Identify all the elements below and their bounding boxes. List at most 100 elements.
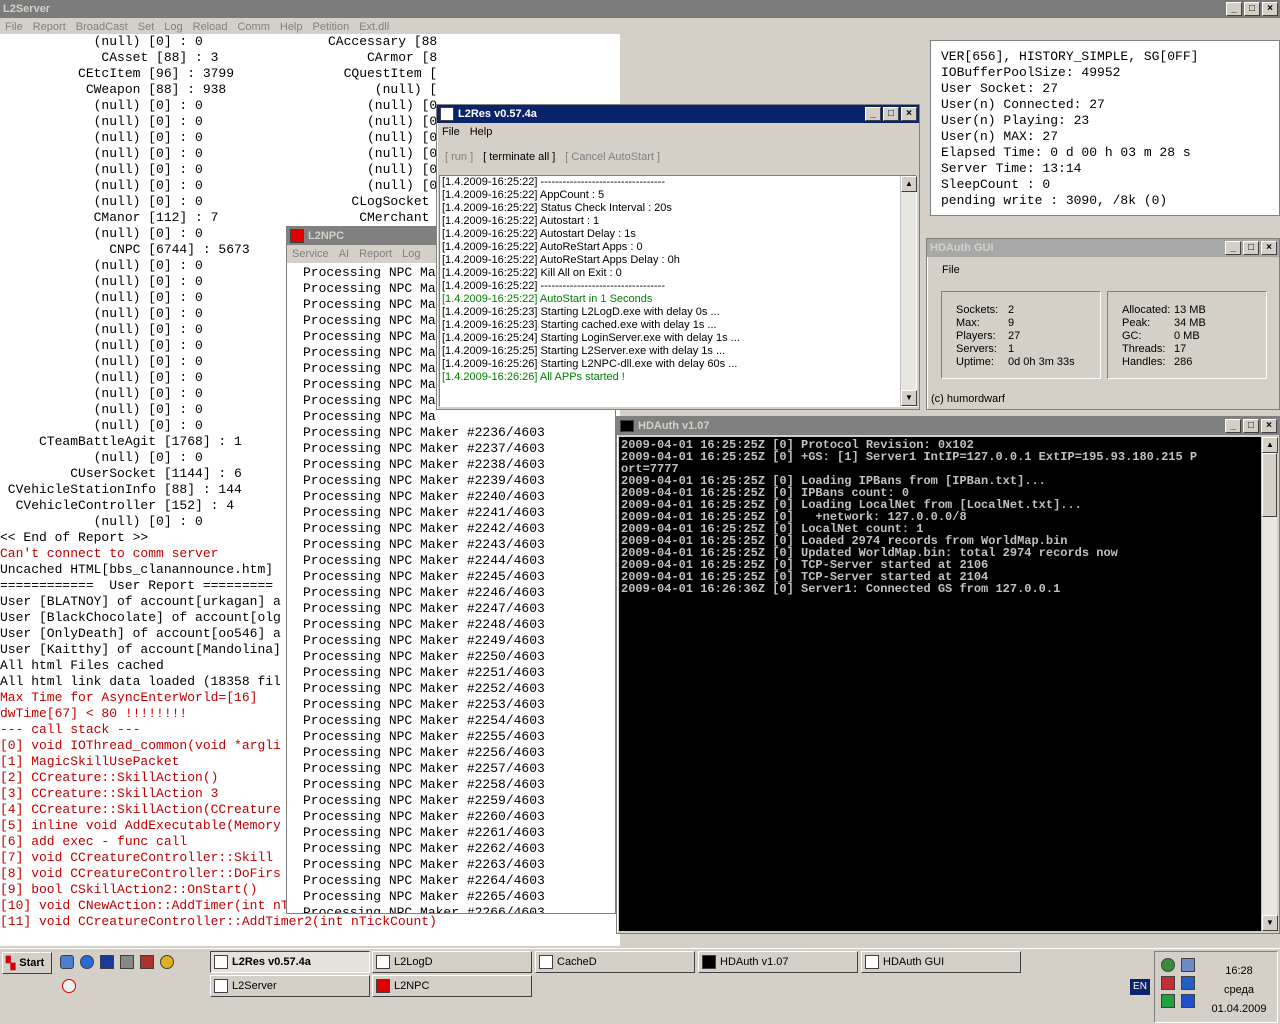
scroll-up-icon[interactable]: ▲ <box>901 176 917 192</box>
menu-item-reload[interactable]: Reload <box>188 21 233 33</box>
l2server-titlebar[interactable]: L2Server _ □ × <box>0 0 1280 18</box>
log-line: [1.4.2009-16:25:22] --------------------… <box>442 176 666 188</box>
window-title: L2Server <box>3 3 51 15</box>
save-disk-icon[interactable] <box>100 955 114 969</box>
close-button[interactable]: × <box>1262 2 1278 16</box>
log-line: [1.4.2009-16:25:22] Status Check Interva… <box>442 202 672 214</box>
menu-item-broadcast[interactable]: BroadCast <box>71 21 133 33</box>
taskbar-button-hdauth-v1-07[interactable]: HDAuth v1.07 <box>698 951 858 973</box>
hdauth-gui-titlebar[interactable]: HDAuth GUI _ □ × <box>927 239 1279 257</box>
language-indicator[interactable]: EN <box>1130 979 1150 995</box>
log-line: Processing NPC Maker #2265/4603 <box>303 889 545 904</box>
status-line: User(n) MAX: 27 <box>941 129 1059 144</box>
menu-item-log[interactable]: Log <box>159 21 187 33</box>
menu-item-petition[interactable]: Petition <box>308 21 355 33</box>
close-button[interactable]: × <box>1261 419 1277 433</box>
security-icon[interactable] <box>1161 976 1175 990</box>
hdauth-console-titlebar[interactable]: HDAuth v1.07 _ □ × <box>617 417 1279 435</box>
menu-item-file[interactable]: File <box>937 264 965 276</box>
l2res-titlebar[interactable]: L2Res v0.57.4a _ □ × <box>437 105 919 123</box>
stat-label: GC: <box>1122 330 1142 342</box>
taskbar-button-label: L2NPC <box>394 980 430 992</box>
app-icon <box>865 955 879 969</box>
menu-item-log[interactable]: Log <box>397 248 425 260</box>
scroll-up-icon[interactable]: ▲ <box>1262 437 1278 453</box>
maximize-button[interactable]: □ <box>1243 241 1259 255</box>
menu-item-set[interactable]: Set <box>133 21 160 33</box>
network-icon[interactable] <box>1161 958 1175 972</box>
hdauth-gui-window: HDAuth GUI _ □ × File Sockets: 2 Max: 9 Player… <box>926 238 1280 410</box>
run-button[interactable]: [ run ] <box>445 151 473 163</box>
scroll-down-icon[interactable]: ▼ <box>1262 915 1278 931</box>
log-line: Processing NPC Maker #2266/4603 <box>303 905 545 913</box>
cancel-autostart-button[interactable]: [ Cancel AutoStart ] <box>565 151 660 163</box>
shield-icon[interactable] <box>1161 994 1175 1008</box>
menu-item-comm[interactable]: Comm <box>232 21 274 33</box>
l2res-menubar: File Help <box>437 123 919 141</box>
minimize-button[interactable]: _ <box>1226 2 1242 16</box>
menu-item-report[interactable]: Report <box>28 21 71 33</box>
close-button[interactable]: × <box>1261 241 1277 255</box>
minimize-button[interactable]: _ <box>865 107 881 121</box>
maximize-button[interactable]: □ <box>883 107 899 121</box>
menu-item-help[interactable]: Help <box>465 126 498 138</box>
taskbar-button-l2logd[interactable]: L2LogD <box>372 951 532 973</box>
taskbar-button-l2npc[interactable]: L2NPC <box>372 975 532 997</box>
log-line: [1.4.2009-16:25:23] Starting L2LogD.exe … <box>442 306 720 318</box>
taskbar-button-hdauth-gui[interactable]: HDAuth GUI <box>861 951 1021 973</box>
close-button[interactable]: × <box>901 107 917 121</box>
console-area: 2009-04-01 16:25:25Z [0] Protocol Revisi… <box>619 437 1278 931</box>
menu-item-file[interactable]: File <box>0 21 28 33</box>
bluetooth-icon[interactable] <box>1181 976 1195 990</box>
tools-icon[interactable] <box>120 955 134 969</box>
menu-item-service[interactable]: Service <box>287 248 334 260</box>
stat-label: Peak: <box>1122 317 1151 329</box>
log-line: Processing NPC Maker #2262/4603 <box>303 841 545 856</box>
taskbar-button-cached[interactable]: CacheD <box>535 951 695 973</box>
menu-item-help[interactable]: Help <box>275 21 308 33</box>
log-line: (null) [0 <box>328 114 438 129</box>
stat-value: 0 MB <box>1174 330 1200 342</box>
windows-logo-icon: ▚ <box>6 956 16 970</box>
log-line: Processing NPC Maker #2245/4603 <box>303 569 545 584</box>
taskbar-button-l2server[interactable]: L2Server <box>210 975 370 997</box>
taskbar-button-l2res-v0-57-4a[interactable]: L2Res v0.57.4a <box>210 951 370 973</box>
scroll-thumb[interactable] <box>1262 453 1277 517</box>
explorer-icon[interactable] <box>60 955 74 969</box>
scroll-down-icon[interactable]: ▼ <box>901 390 917 406</box>
log-line: CAsset [88] : 3 <box>0 50 219 65</box>
log-line: Processing NPC Maker #2261/4603 <box>303 825 545 840</box>
log-line: (null) [0 <box>328 130 438 145</box>
log-line: [1.4.2009-16:25:22] AutoReStart Apps : 0 <box>442 241 643 253</box>
status-line: VER[656], HISTORY_SIMPLE, SG[0FF] <box>941 49 1199 64</box>
status-line: pending write : 3090, /8k (0) <box>941 193 1168 208</box>
opera-icon[interactable] <box>62 979 76 993</box>
usb-icon[interactable] <box>1181 994 1195 1008</box>
volume-icon[interactable] <box>1181 958 1195 972</box>
stat-value: 2 <box>1008 304 1015 316</box>
stat-value: 17 <box>1174 343 1187 355</box>
maximize-button[interactable]: □ <box>1244 2 1260 16</box>
stat-value: 27 <box>1008 330 1021 342</box>
settings-icon[interactable] <box>160 955 174 969</box>
l2res-log-box: [1.4.2009-16:25:22] --------------------… <box>439 175 917 407</box>
minimize-button[interactable]: _ <box>1225 419 1241 433</box>
stat-label: Max: <box>956 317 980 329</box>
l2res-scrollbar[interactable]: ▲ ▼ <box>900 176 917 406</box>
menu-item-ai[interactable]: AI <box>334 248 354 260</box>
menu-item-report[interactable]: Report <box>354 248 397 260</box>
internet-explorer-icon[interactable] <box>80 955 94 969</box>
menu-item-file[interactable]: File <box>437 126 465 138</box>
terminate-all-button[interactable]: [ terminate all ] <box>483 151 555 163</box>
menu-item-ext-dll[interactable]: Ext.dll <box>354 21 394 33</box>
log-line: Processing NPC Maker #2241/4603 <box>303 505 545 520</box>
log-line: Processing NPC Maker #2248/4603 <box>303 617 545 632</box>
app-icon[interactable] <box>140 955 154 969</box>
log-line: Processing NPC Maker #2252/4603 <box>303 681 545 696</box>
maximize-button[interactable]: □ <box>1243 419 1259 433</box>
clock-time[interactable]: 16:28 <box>1201 962 1277 981</box>
console-scrollbar[interactable]: ▲ ▼ <box>1261 437 1278 931</box>
minimize-button[interactable]: _ <box>1225 241 1241 255</box>
start-button[interactable]: ▚ Start <box>2 952 52 974</box>
log-line: Processing NPC Maker #2255/4603 <box>303 729 545 744</box>
